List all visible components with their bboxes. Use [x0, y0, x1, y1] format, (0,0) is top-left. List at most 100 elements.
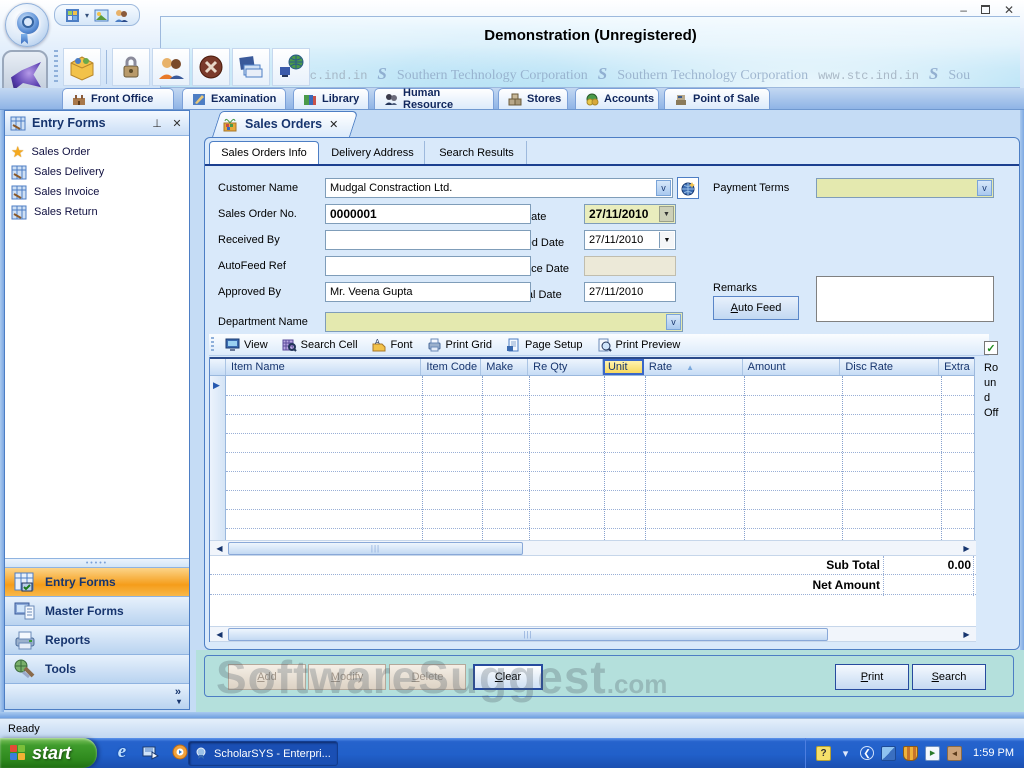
users-tool-icon[interactable]	[114, 8, 129, 23]
application-menu-button[interactable]	[5, 3, 49, 47]
totals-hscrollbar[interactable]: ◀ ||| ▶	[210, 626, 976, 642]
column-make[interactable]: Make	[481, 359, 528, 375]
document-tab-close-icon[interactable]: ✕	[329, 118, 338, 131]
add-button[interactable]: Add	[228, 664, 306, 690]
column-disc-rate[interactable]: Disc Rate	[840, 359, 939, 375]
help-tray-icon[interactable]: ?	[816, 746, 831, 761]
column-unit-selected[interactable]: Unit	[603, 359, 644, 375]
volume-tray-icon[interactable]: ◄	[947, 746, 962, 761]
scrollbar-thumb[interactable]: |||	[228, 542, 523, 555]
approved-by-input[interactable]: Mr. Veena Gupta	[325, 282, 531, 302]
scroll-left-icon[interactable]: ◀	[212, 542, 227, 555]
department-name-combo[interactable]: v	[325, 312, 683, 332]
sidebar-item-sales-order[interactable]: ★ Sales Order	[5, 142, 189, 162]
taskbar-task-scholarsys[interactable]: ScholarSYS - Enterpri...	[188, 741, 338, 766]
modify-button[interactable]: Modify	[308, 664, 386, 690]
dropdown-icon[interactable]: v	[656, 180, 671, 196]
sidebar-item-sales-invoice[interactable]: Sales Invoice	[5, 182, 189, 202]
package-toolbar-button[interactable]	[63, 48, 101, 86]
sidebar-item-sales-return[interactable]: Sales Return	[5, 202, 189, 222]
tab-library[interactable]: Library	[293, 88, 369, 109]
customer-name-combo[interactable]: Mudgal Constraction Ltd. v	[325, 178, 673, 198]
tab-examination[interactable]: Examination	[182, 88, 286, 109]
security-shield-tray-icon[interactable]	[903, 746, 918, 761]
nav-master-forms[interactable]: Master Forms	[5, 596, 189, 625]
arrange-tray-icon[interactable]: ▾	[838, 746, 853, 761]
books-toolbar-button[interactable]	[232, 48, 270, 86]
internet-explorer-icon[interactable]: e	[112, 742, 132, 762]
network-tray-icon[interactable]	[881, 746, 896, 761]
approval-date-field[interactable]: 27/11/2010	[584, 282, 676, 302]
order-date-picker[interactable]: 27/11/2010 ▼	[584, 204, 676, 224]
collapse-tray-icon[interactable]: ❮	[860, 746, 874, 760]
cancel-toolbar-button[interactable]	[192, 48, 230, 86]
subtab-sales-orders-info[interactable]: Sales Orders Info	[209, 141, 319, 164]
grid-tool-icon[interactable]	[65, 8, 80, 23]
picture-tool-icon[interactable]	[94, 8, 109, 23]
customer-lookup-button[interactable]	[677, 177, 699, 199]
column-re-qty[interactable]: Re Qty	[528, 359, 603, 375]
remarks-textarea[interactable]	[816, 276, 994, 322]
received-date-picker[interactable]: 27/11/2010 ▼	[584, 230, 676, 250]
clear-button[interactable]: Clear	[473, 664, 543, 690]
view-button[interactable]: View	[220, 338, 273, 352]
restore-button[interactable]	[981, 5, 990, 14]
font-button[interactable]: A Font	[367, 338, 418, 352]
column-item-code[interactable]: Item Code	[421, 359, 481, 375]
lock-toolbar-button[interactable]	[112, 48, 150, 86]
dropdown-icon[interactable]: v	[977, 180, 992, 196]
minimize-button[interactable]: –	[960, 4, 967, 16]
scrollbar-thumb[interactable]: |||	[228, 628, 828, 641]
column-amount[interactable]: Amount	[743, 359, 841, 375]
page-setup-button[interactable]: Page Setup	[501, 338, 588, 352]
nav-overflow-button[interactable]: » ▾	[5, 683, 189, 709]
scroll-right-icon[interactable]: ▶	[959, 542, 974, 555]
stc-logo-icon: S	[929, 64, 938, 84]
dropdown-icon[interactable]: ▼	[659, 206, 674, 222]
received-by-input[interactable]	[325, 230, 531, 250]
print-button[interactable]: Print	[835, 664, 909, 690]
nav-tools[interactable]: Tools	[5, 654, 189, 683]
subtab-delivery-address[interactable]: Delivery Address	[321, 141, 425, 164]
network-toolbar-button[interactable]	[272, 48, 310, 86]
tab-human-resource[interactable]: Human Resource	[374, 88, 494, 109]
autofeed-ref-input[interactable]	[325, 256, 531, 276]
delete-button[interactable]: Delete	[389, 664, 466, 690]
column-item-name[interactable]: Item Name	[226, 359, 421, 375]
round-off-checkbox[interactable]: ✓	[984, 341, 998, 355]
dropdown-icon[interactable]: ▼	[659, 232, 674, 248]
tab-stores[interactable]: Stores	[498, 88, 568, 109]
pin-icon[interactable]: ⊥	[150, 117, 164, 130]
print-preview-button[interactable]: Print Preview	[592, 338, 686, 352]
tab-accounts[interactable]: Accounts	[575, 88, 659, 109]
auto-feed-button[interactable]: Auto Feed	[713, 296, 799, 320]
tab-point-of-sale[interactable]: Point of Sale	[664, 88, 770, 109]
dropdown-icon[interactable]: v	[666, 314, 681, 330]
sidebar-close-icon[interactable]: ✕	[170, 117, 184, 130]
scroll-right-icon[interactable]: ▶	[959, 628, 974, 641]
media-player-icon[interactable]	[170, 742, 190, 762]
sidebar-splitter[interactable]: •••••	[5, 558, 189, 567]
document-tab-sales-orders[interactable]: Sales Orders ✕	[212, 111, 350, 137]
users-toolbar-button[interactable]	[152, 48, 190, 86]
grid-body[interactable]: ▶	[210, 376, 974, 540]
show-desktop-icon[interactable]	[141, 742, 161, 762]
column-rate[interactable]: Rate▲	[644, 359, 743, 375]
nav-reports[interactable]: Reports	[5, 625, 189, 654]
search-cell-button[interactable]: Search Cell	[277, 338, 363, 352]
sidebar-item-sales-delivery[interactable]: Sales Delivery	[5, 162, 189, 182]
nav-entry-forms[interactable]: Entry Forms	[5, 567, 189, 596]
grid-hscrollbar[interactable]: ◀ ||| ▶	[210, 540, 976, 556]
start-button[interactable]: start	[0, 738, 97, 768]
qat-dropdown-icon[interactable]: ▾	[85, 11, 89, 20]
tab-front-office[interactable]: Front Office	[62, 88, 174, 109]
sales-order-no-input[interactable]: 0000001	[325, 204, 531, 224]
payment-terms-combo[interactable]: v	[816, 178, 994, 198]
subtab-search-results[interactable]: Search Results	[427, 141, 527, 164]
scheduler-tray-icon[interactable]: ▶	[925, 746, 940, 761]
column-extra[interactable]: Extra	[939, 359, 974, 375]
print-grid-button[interactable]: Print Grid	[422, 338, 497, 352]
close-button[interactable]: ✕	[1004, 4, 1014, 16]
search-button[interactable]: Search	[912, 664, 986, 690]
scroll-left-icon[interactable]: ◀	[212, 628, 227, 641]
